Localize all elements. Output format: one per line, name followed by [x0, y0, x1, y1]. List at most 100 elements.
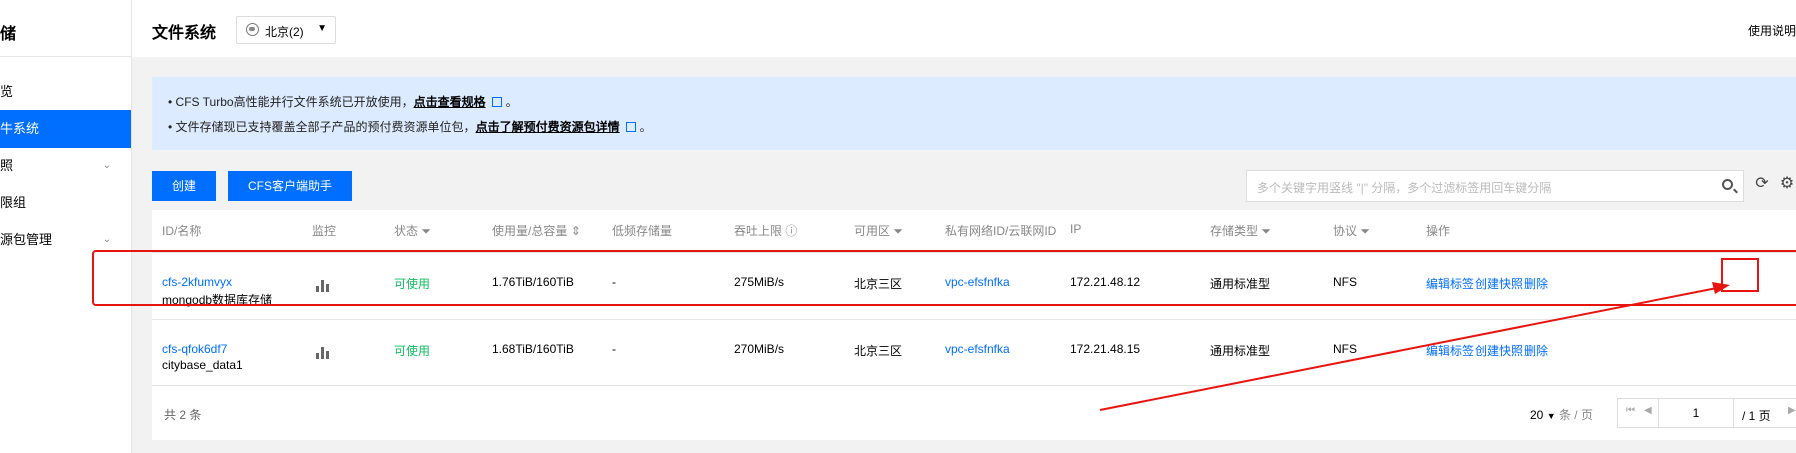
pagination: ⏮ ◀ 1 / 1 页 ▶	[1617, 398, 1796, 428]
page-size-selector[interactable]: 20 ▼ 条 / 页	[1530, 406, 1593, 423]
vpc-link[interactable]: vpc-efsfnfka	[945, 342, 1010, 356]
column-header: ID/名称	[162, 224, 202, 238]
column-header: 私有网络ID/云联网ID	[945, 224, 1057, 238]
create-button[interactable]: 创建	[152, 171, 216, 201]
sidebar-item-resource-package[interactable]: 源包管理 ⌄	[0, 221, 131, 259]
search-input[interactable]: 多个关键字用竖线 "|" 分隔，多个过滤标签用回车键分隔	[1246, 170, 1744, 202]
storage-type-value: 通用标准型	[1210, 277, 1271, 291]
usage-value: 1.68TiB/160TiB	[492, 342, 574, 356]
caret-down-icon: ▼	[317, 23, 327, 34]
notice-period: 。	[639, 120, 652, 134]
chevron-down-icon: ⌄	[102, 160, 111, 171]
column-header-protocol[interactable]: 协议 ⏷	[1333, 222, 1370, 239]
table-row: cfs-2kfumvyx mongodb数据库存储 可使用 1.76TiB/16…	[152, 252, 1796, 319]
monitor-chart-icon[interactable]	[316, 345, 330, 359]
filter-icon: ⏷	[893, 224, 903, 238]
page-title: 文件系统	[152, 25, 217, 42]
status-badge: 可使用	[394, 344, 431, 358]
help-link[interactable]: 使用说明	[1748, 22, 1796, 39]
column-header: 操作	[1426, 224, 1451, 238]
gear-icon[interactable]: ⚙	[1777, 173, 1796, 195]
table-row: cfs-qfok6df7 citybase_data1 可使用 1.68TiB/…	[152, 319, 1796, 386]
chevron-down-icon: ⌄	[102, 234, 111, 245]
sidebar-item-filesystem[interactable]: 牛系统	[0, 110, 131, 148]
main-content: 文件系统 北京(2) ▼ 使用说明 • CFS Turbo高性能并行文件系统已开…	[132, 0, 1796, 453]
protocol-value: NFS	[1333, 275, 1357, 289]
external-link-icon	[491, 97, 502, 107]
total-count: 共 2 条	[164, 408, 202, 422]
first-page-icon[interactable]: ⏮	[1626, 405, 1635, 416]
vpc-link[interactable]: vpc-efsfnfka	[945, 275, 1010, 289]
page-input[interactable]: 1	[1658, 399, 1734, 427]
column-header-status[interactable]: 状态 ⏷	[394, 222, 431, 239]
info-icon[interactable]: ⓘ	[785, 224, 797, 238]
filesystem-table: ID/名称 监控 状态 ⏷ 使用量/总容量 ⇕ 低频存储量 吞吐上限 ⓘ 可用区…	[152, 210, 1796, 440]
zone-value: 北京三区	[854, 344, 903, 358]
filesystem-id-link[interactable]: cfs-2kfumvyx	[162, 275, 232, 289]
notice-text: 文件存储现已支持覆盖全部子产品的预付费资源单位包，	[175, 120, 476, 134]
filesystem-name: mongodb数据库存储	[162, 293, 273, 307]
sidebar-item-label: 限组	[0, 195, 27, 210]
ip-value: 172.21.48.12	[1070, 275, 1141, 289]
refresh-icon[interactable]: ⟳	[1752, 173, 1772, 195]
usage-value: 1.76TiB/160TiB	[492, 275, 574, 289]
notice-period: 。	[505, 95, 518, 109]
storage-type-value: 通用标准型	[1210, 344, 1271, 358]
table-footer: 共 2 条 20 ▼ 条 / 页 ⏮ ◀ 1 / 1 页 ▶	[152, 385, 1796, 441]
notice-link-turbo[interactable]: 点击查看规格	[414, 95, 486, 109]
filter-icon: ⏷	[1261, 224, 1271, 238]
filesystem-name: citybase_data1	[162, 358, 243, 372]
sidebar-item-label: 源包管理	[0, 232, 53, 247]
search-icon[interactable]	[1722, 179, 1733, 190]
filter-icon: ⏷	[421, 224, 431, 238]
column-header-usage[interactable]: 使用量/总容量 ⇕	[492, 222, 581, 239]
prev-page-icon[interactable]: ◀	[1644, 405, 1652, 416]
low-freq-value: -	[612, 275, 616, 289]
filter-icon: ⏷	[1360, 224, 1370, 238]
column-header-storage-type[interactable]: 存储类型 ⏷	[1210, 222, 1271, 239]
region-label: 北京(2)	[265, 25, 304, 39]
notice-text: CFS Turbo高性能并行文件系统已开放使用，	[175, 95, 414, 109]
sidebar-item-snapshot[interactable]: 照 ⌄	[0, 147, 131, 185]
region-selector[interactable]: 北京(2) ▼	[236, 16, 336, 44]
column-header: 低频存储量	[612, 224, 673, 238]
protocol-value: NFS	[1333, 342, 1357, 356]
notice-line: • CFS Turbo高性能并行文件系统已开放使用，点击查看规格。	[168, 95, 518, 109]
client-assistant-button[interactable]: CFS客户端助手	[228, 171, 352, 201]
delete-link[interactable]: 删除	[1524, 342, 1548, 359]
status-badge: 可使用	[394, 277, 431, 291]
sort-icon: ⇕	[570, 224, 581, 238]
notice-banner: • CFS Turbo高性能并行文件系统已开放使用，点击查看规格。 • 文件存储…	[152, 77, 1796, 150]
throughput-value: 270MiB/s	[734, 342, 785, 356]
zone-value: 北京三区	[854, 277, 903, 291]
create-snapshot-link[interactable]: 创建快照	[1475, 275, 1523, 292]
search-placeholder: 多个关键字用竖线 "|" 分隔，多个过滤标签用回车键分隔	[1257, 181, 1552, 195]
column-header-throughput: 吞吐上限 ⓘ	[734, 224, 798, 238]
column-header-zone[interactable]: 可用区 ⏷	[854, 222, 903, 239]
column-header: IP	[1070, 222, 1082, 236]
column-header: 监控	[312, 224, 337, 238]
filesystem-id-link[interactable]: cfs-qfok6df7	[162, 342, 227, 356]
sidebar-title: 储	[0, 26, 17, 43]
next-page-icon[interactable]: ▶	[1788, 405, 1796, 416]
total-pages: / 1 页	[1742, 409, 1771, 423]
sidebar-item-label: 览	[0, 84, 14, 99]
monitor-chart-icon[interactable]	[316, 278, 330, 292]
top-bar: 文件系统 北京(2) ▼ 使用说明	[132, 0, 1796, 57]
sidebar-item-overview[interactable]: 览	[0, 73, 131, 111]
sidebar-divider	[0, 56, 131, 57]
notice-link-prepaid[interactable]: 点击了解预付费资源包详情	[476, 120, 620, 134]
sidebar: 储 览 牛系统 照 ⌄ 限组 源包管理 ⌄	[0, 0, 132, 453]
sidebar-item-permission-group[interactable]: 限组	[0, 184, 131, 222]
create-snapshot-link[interactable]: 创建快照	[1475, 342, 1523, 359]
sidebar-item-label: 照	[0, 158, 14, 173]
sidebar-item-label: 牛系统	[0, 121, 40, 136]
notice-line: • 文件存储现已支持覆盖全部子产品的预付费资源单位包，点击了解预付费资源包详情。	[168, 120, 652, 134]
external-link-icon	[625, 122, 636, 132]
throughput-value: 275MiB/s	[734, 275, 785, 289]
edit-tags-link[interactable]: 编辑标签	[1426, 275, 1474, 292]
ip-value: 172.21.48.15	[1070, 342, 1141, 356]
edit-tags-link[interactable]: 编辑标签	[1426, 342, 1474, 359]
delete-link[interactable]: 删除	[1524, 275, 1548, 292]
low-freq-value: -	[612, 342, 616, 356]
